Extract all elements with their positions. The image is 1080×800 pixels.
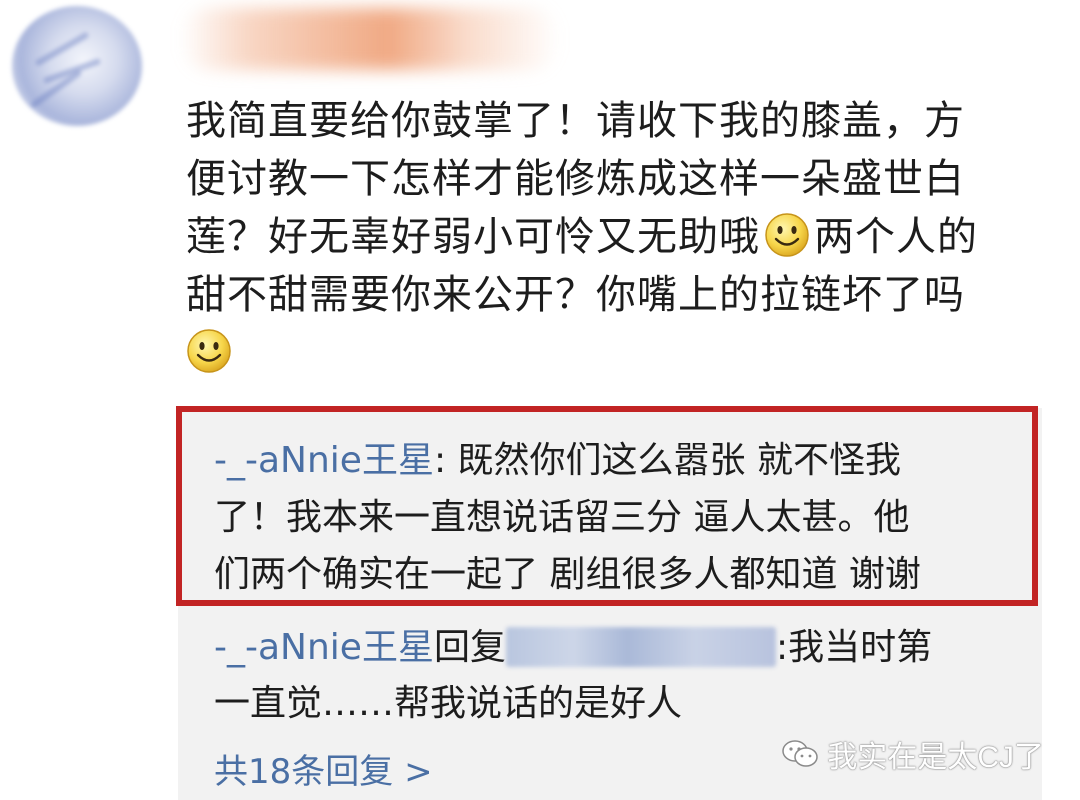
comment-text: 两个人的 [814,214,978,260]
second-reply[interactable]: -_-aNnie王星回复:我当时第 一直觉……帮我说话的是好人 [214,620,1034,732]
comment-body: 我简直要给你鼓掌了！请收下我的膝盖，方 便讨教一下怎样才能修炼成这样一朵盛世白 … [186,92,1046,382]
reply-line: 一直觉……帮我说话的是好人 [214,683,683,724]
smiley-emoji-icon [187,329,231,373]
reply-line: 们两个确实在一起了 剧组很多人都知道 谢谢 [214,554,921,595]
watermark: 我实在是太CJ了 [781,732,1044,776]
reply-line: -_-aNnie王星: 既然你们这么嚣张 就不怪我 [214,432,1014,489]
smiley-emoji-icon [765,213,809,257]
comment-line: 甜不甜需要你来公开？你嘴上的拉链坏了吗 [186,272,965,318]
blurred-username[interactable] [180,8,560,70]
avatar[interactable] [12,6,142,126]
reply-username[interactable]: -_-aNnie王星 [214,440,434,481]
reply-line: 了！我本来一直想说话留三分 逼人太甚。他 [214,497,910,538]
reply-colon: : [775,627,789,668]
comment-header [0,0,1080,126]
more-replies-link[interactable]: 共18条回复 > [214,748,433,796]
reply-text: : 既然你们这么嚣张 就不怪我 [433,440,901,481]
comment-line: 我简直要给你鼓掌了！请收下我的膝盖，方 [186,98,965,144]
comment-line [186,324,1046,382]
wechat-icon [782,740,819,767]
comment-line: 便讨教一下怎样才能修炼成这样一朵盛世白 [186,156,965,202]
reply-text: 我当时第 [788,627,933,668]
reply-word: 回复 [433,627,506,668]
masked-mentioned-user[interactable] [505,627,776,667]
reply-username[interactable]: -_-aNnie王星 [214,627,434,668]
reply-line: -_-aNnie王星回复:我当时第 [214,620,1034,676]
comment-text: 莲？好无辜好弱小可怜又无助哦 [186,214,760,260]
highlighted-reply[interactable]: -_-aNnie王星: 既然你们这么嚣张 就不怪我 了！我本来一直想说话留三分 … [214,432,1014,603]
watermark-text: 我实在是太CJ了 [827,741,1044,774]
comment-line: 莲？好无辜好弱小可怜又无助哦 两个人的 [186,208,1046,266]
